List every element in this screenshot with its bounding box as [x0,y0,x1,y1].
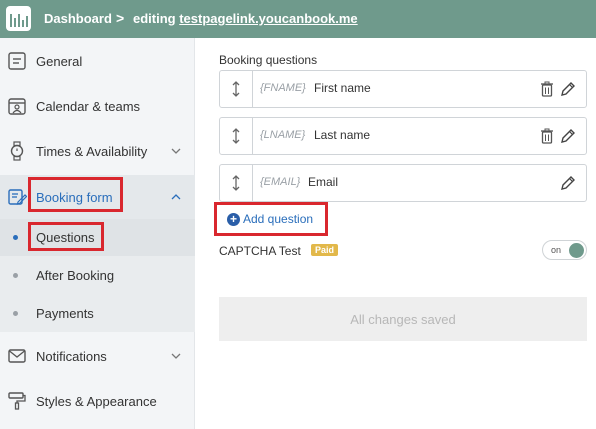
trash-icon[interactable] [540,128,554,144]
trash-icon[interactable] [540,81,554,97]
form-edit-icon [8,189,27,205]
calendar-teams-icon [8,98,26,115]
captcha-label: CAPTCHA Test [219,244,301,258]
pencil-icon[interactable] [560,81,576,97]
captcha-toggle[interactable]: on [542,240,587,260]
toggle-knob [569,243,584,258]
pencil-icon[interactable] [560,175,576,191]
add-question-label: Add question [243,212,314,226]
drag-handle-icon[interactable] [220,71,253,107]
general-icon [8,52,26,70]
question-row-email: {EMAIL} Email [219,164,587,202]
plus-circle-icon: + [227,212,240,226]
question-label: Email [308,175,339,189]
drag-handle-icon[interactable] [220,165,253,201]
top-bar: Dashboard > editing testpagelink.youcanb… [0,0,596,38]
sidebar-item-general[interactable]: General [0,41,195,81]
add-question-button[interactable]: + Add question [227,212,313,226]
editing-prefix: editing [133,11,180,26]
sidebar-item-label: Notifications [36,348,107,364]
sidebar-item-styles-appearance[interactable]: Styles & Appearance [0,381,195,421]
question-row-first-name: {FNAME} First name [219,70,587,108]
breadcrumb-dashboard[interactable]: Dashboard [44,11,112,26]
question-row-last-name: {LNAME} Last name [219,117,587,155]
sidebar-item-label: General [36,53,83,69]
sidebar-item-label: Calendar & teams [36,98,141,114]
sidebar-item-times-availability[interactable]: Times & Availability [0,131,195,171]
sidebar-subitem-label: Payments [36,306,94,321]
save-status-bar: All changes saved [219,297,587,341]
question-token: {LNAME} [260,129,306,141]
question-label: First name [314,81,371,95]
highlight-questions [28,222,104,251]
bullet-dot [13,311,18,316]
paid-badge: Paid [311,244,339,256]
highlight-booking-form [28,177,123,212]
question-label: Last name [314,128,371,142]
drag-handle-icon[interactable] [220,118,253,154]
sidebar-item-notifications[interactable]: Notifications [0,336,195,376]
bullet-dot [13,235,18,240]
sidebar-subitem-payments[interactable]: Payments [0,294,195,332]
sidebar-item-calendar-teams[interactable]: Calendar & teams [0,86,195,126]
toggle-label: on [551,245,562,255]
paint-roller-icon [8,392,26,410]
breadcrumb-editing: editing testpagelink.youcanbook.me [133,11,358,26]
question-token: {FNAME} [260,82,306,94]
app-logo-icon[interactable] [6,6,31,31]
page-link[interactable]: testpagelink.youcanbook.me [179,11,357,26]
pencil-icon[interactable] [560,128,576,144]
chevron-down-icon[interactable] [170,145,182,157]
sidebar-subitem-label: After Booking [36,268,115,283]
chevron-up-icon[interactable] [170,191,182,203]
sidebar-subitem-after-booking[interactable]: After Booking [0,256,195,294]
sidebar-item-label: Styles & Appearance [36,393,157,409]
chevron-down-icon[interactable] [170,350,182,362]
sidebar-item-label: Times & Availability [36,143,148,159]
save-status-text: All changes saved [350,311,456,327]
watch-icon [10,141,24,161]
breadcrumb-separator: > [116,10,125,26]
section-title: Booking questions [219,53,318,67]
bullet-dot [13,273,18,278]
question-token: {EMAIL} [260,176,301,188]
envelope-icon [8,349,26,363]
